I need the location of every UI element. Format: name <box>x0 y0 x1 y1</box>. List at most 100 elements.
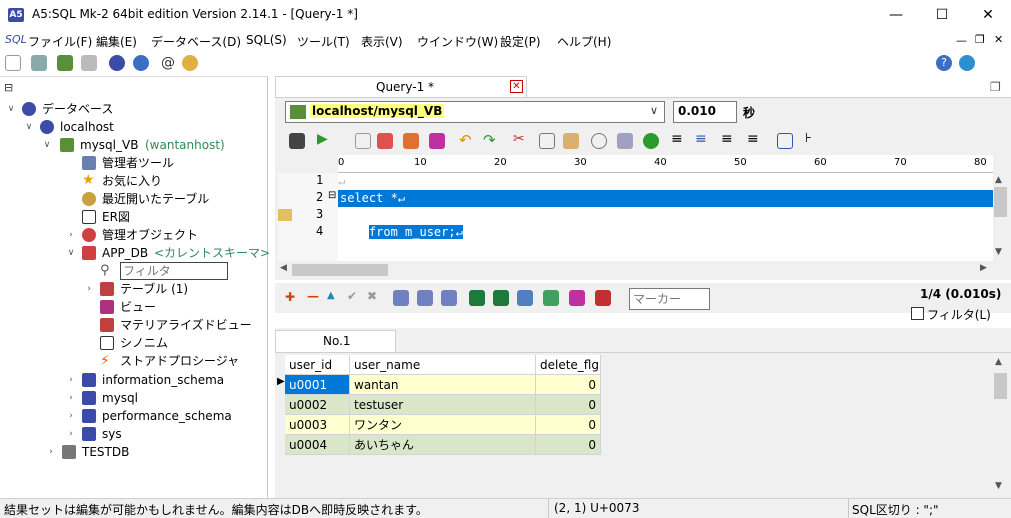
outdent-icon[interactable]: ≡ <box>747 131 759 147</box>
maximize-button[interactable]: ☐ <box>919 0 965 30</box>
menu-window[interactable]: ウインドウ(W) <box>417 33 498 50</box>
tree-format-icon[interactable]: ⊦ <box>805 131 812 146</box>
chevron-right-icon[interactable]: › <box>66 407 76 425</box>
table-cell[interactable]: 0 <box>536 435 601 455</box>
tree-filter-input[interactable] <box>120 262 228 280</box>
table-cell[interactable]: 0 <box>536 375 601 395</box>
gear-icon[interactable] <box>133 55 149 71</box>
table-cell[interactable]: ワンタン <box>350 415 536 435</box>
prior-row-icon[interactable]: ▲ <box>327 290 335 301</box>
column-header[interactable]: user_id <box>285 355 350 375</box>
comment-icon[interactable]: ≡ <box>695 131 707 147</box>
export-csv-icon[interactable] <box>393 290 409 306</box>
menu-database[interactable]: データベース(D) <box>151 33 241 50</box>
export-html-icon[interactable] <box>517 290 533 306</box>
add-row-icon[interactable]: ✚ <box>285 290 295 304</box>
grid-vertical-scrollbar[interactable]: ▲ ▼ <box>993 355 1008 495</box>
menu-tools[interactable]: ツール(T) <box>297 33 350 50</box>
replace-icon[interactable] <box>617 133 633 149</box>
mdi-restore-icon[interactable]: ❐ <box>975 33 985 46</box>
open-file-icon[interactable] <box>31 55 47 71</box>
chevron-down-icon[interactable]: ∨ <box>42 136 52 154</box>
menu-file[interactable]: ファイル(F) <box>28 33 92 50</box>
copy-icon[interactable] <box>539 133 555 149</box>
cancel-icon[interactable]: ✖ <box>367 289 377 303</box>
delete-row-icon[interactable]: — <box>307 289 319 303</box>
tab-result-1[interactable]: No.1 <box>275 330 396 352</box>
chevron-down-icon[interactable]: ∨ <box>650 104 658 117</box>
filter-checkbox[interactable] <box>911 307 924 320</box>
explain-icon[interactable] <box>429 133 445 149</box>
menu-sql[interactable]: SQL(S) <box>246 33 287 47</box>
cut-icon[interactable]: ✂ <box>513 131 525 147</box>
chevron-right-icon[interactable]: › <box>66 389 76 407</box>
stop-icon[interactable] <box>355 133 371 149</box>
scrollbar-thumb[interactable] <box>994 373 1007 399</box>
run-to-csv-icon[interactable] <box>403 133 419 149</box>
table-cell[interactable]: u0003 <box>285 415 350 435</box>
fold-icon[interactable]: ⊟ <box>328 190 336 201</box>
clock-icon[interactable] <box>182 55 198 71</box>
chevron-up-icon[interactable]: ▲ <box>995 175 1002 185</box>
chevron-right-icon[interactable]: › <box>84 280 94 298</box>
chevron-right-icon[interactable]: › <box>66 425 76 443</box>
redo-icon[interactable]: ↷ <box>483 131 496 149</box>
align-left-icon[interactable]: ≡ <box>671 131 683 147</box>
run-to-ab-icon[interactable] <box>377 133 393 149</box>
table-cell[interactable]: 0 <box>536 415 601 435</box>
record-view-icon[interactable] <box>595 290 611 306</box>
chevron-right-icon[interactable]: › <box>66 226 76 244</box>
table-cell[interactable]: あいちゃん <box>350 435 536 455</box>
chevron-left-icon[interactable]: ◀ <box>280 263 287 273</box>
chevron-right-icon[interactable]: ▶ <box>980 263 987 273</box>
globe-icon[interactable] <box>959 55 975 71</box>
editor-horizontal-scrollbar[interactable]: ◀ ▶ <box>278 263 993 277</box>
menu-help[interactable]: ヘルプ(H) <box>557 33 611 50</box>
menu-edit[interactable]: 編集(E) <box>96 33 137 50</box>
table-cell[interactable]: u0004 <box>285 435 350 455</box>
mdi-minimize-icon[interactable]: — <box>956 34 967 47</box>
ab-icon[interactable] <box>543 290 559 306</box>
window-list-icon[interactable]: ❐ <box>990 80 1001 94</box>
connection-select[interactable]: localhost/mysql_VB ∨ <box>285 101 665 123</box>
chevron-down-icon[interactable]: ∨ <box>6 100 16 118</box>
chevron-up-icon[interactable]: ▲ <box>995 357 1002 367</box>
connect-db-icon[interactable] <box>57 55 73 71</box>
tree-toolbar-icon[interactable]: ⊟ <box>4 81 13 94</box>
chevron-down-icon[interactable]: ▼ <box>995 247 1002 257</box>
export-tsv-icon[interactable] <box>417 290 433 306</box>
scrollbar-thumb[interactable] <box>292 264 388 276</box>
table-cell[interactable]: testuser <box>350 395 536 415</box>
menu-settings[interactable]: 設定(P) <box>500 33 541 50</box>
minimize-button[interactable]: — <box>873 0 919 30</box>
chevron-down-icon[interactable]: ∨ <box>66 244 76 262</box>
close-tab-icon[interactable]: ✕ <box>510 80 523 93</box>
help-icon[interactable]: ? <box>936 55 952 71</box>
confirm-icon[interactable]: ✔ <box>347 289 357 303</box>
tab-query-1[interactable]: Query-1 * ✕ <box>275 76 527 98</box>
table-cell-selected[interactable]: u0001 <box>285 375 350 395</box>
close-button[interactable]: ✕ <box>965 0 1011 30</box>
format-icon[interactable] <box>777 133 793 149</box>
editor-vertical-scrollbar[interactable]: ▲ ▼ <box>993 173 1008 261</box>
table-cell[interactable]: u0002 <box>285 395 350 415</box>
find-icon[interactable] <box>591 133 607 149</box>
disconnect-db-icon[interactable] <box>81 55 97 71</box>
chevron-down-icon[interactable]: ∨ <box>24 118 34 136</box>
chevron-down-icon[interactable]: ▼ <box>995 481 1002 491</box>
menu-view[interactable]: 表示(V) <box>361 33 403 50</box>
new-file-icon[interactable] <box>5 55 21 71</box>
run-icon[interactable]: ▶ <box>317 131 328 147</box>
chevron-right-icon[interactable]: › <box>46 443 56 461</box>
save-icon[interactable] <box>289 133 305 149</box>
goto-icon[interactable] <box>643 133 659 149</box>
scrollbar-thumb[interactable] <box>994 187 1007 217</box>
column-header[interactable]: user_name <box>350 355 536 375</box>
column-header[interactable]: delete_flg <box>536 355 601 375</box>
export-excel-all-icon[interactable] <box>493 290 509 306</box>
indent-icon[interactable]: ≡ <box>721 131 733 147</box>
mdi-close-icon[interactable]: ✕ <box>994 33 1003 46</box>
database-icon[interactable] <box>109 55 125 71</box>
table-cell[interactable]: wantan <box>350 375 536 395</box>
table-cell[interactable]: 0 <box>536 395 601 415</box>
